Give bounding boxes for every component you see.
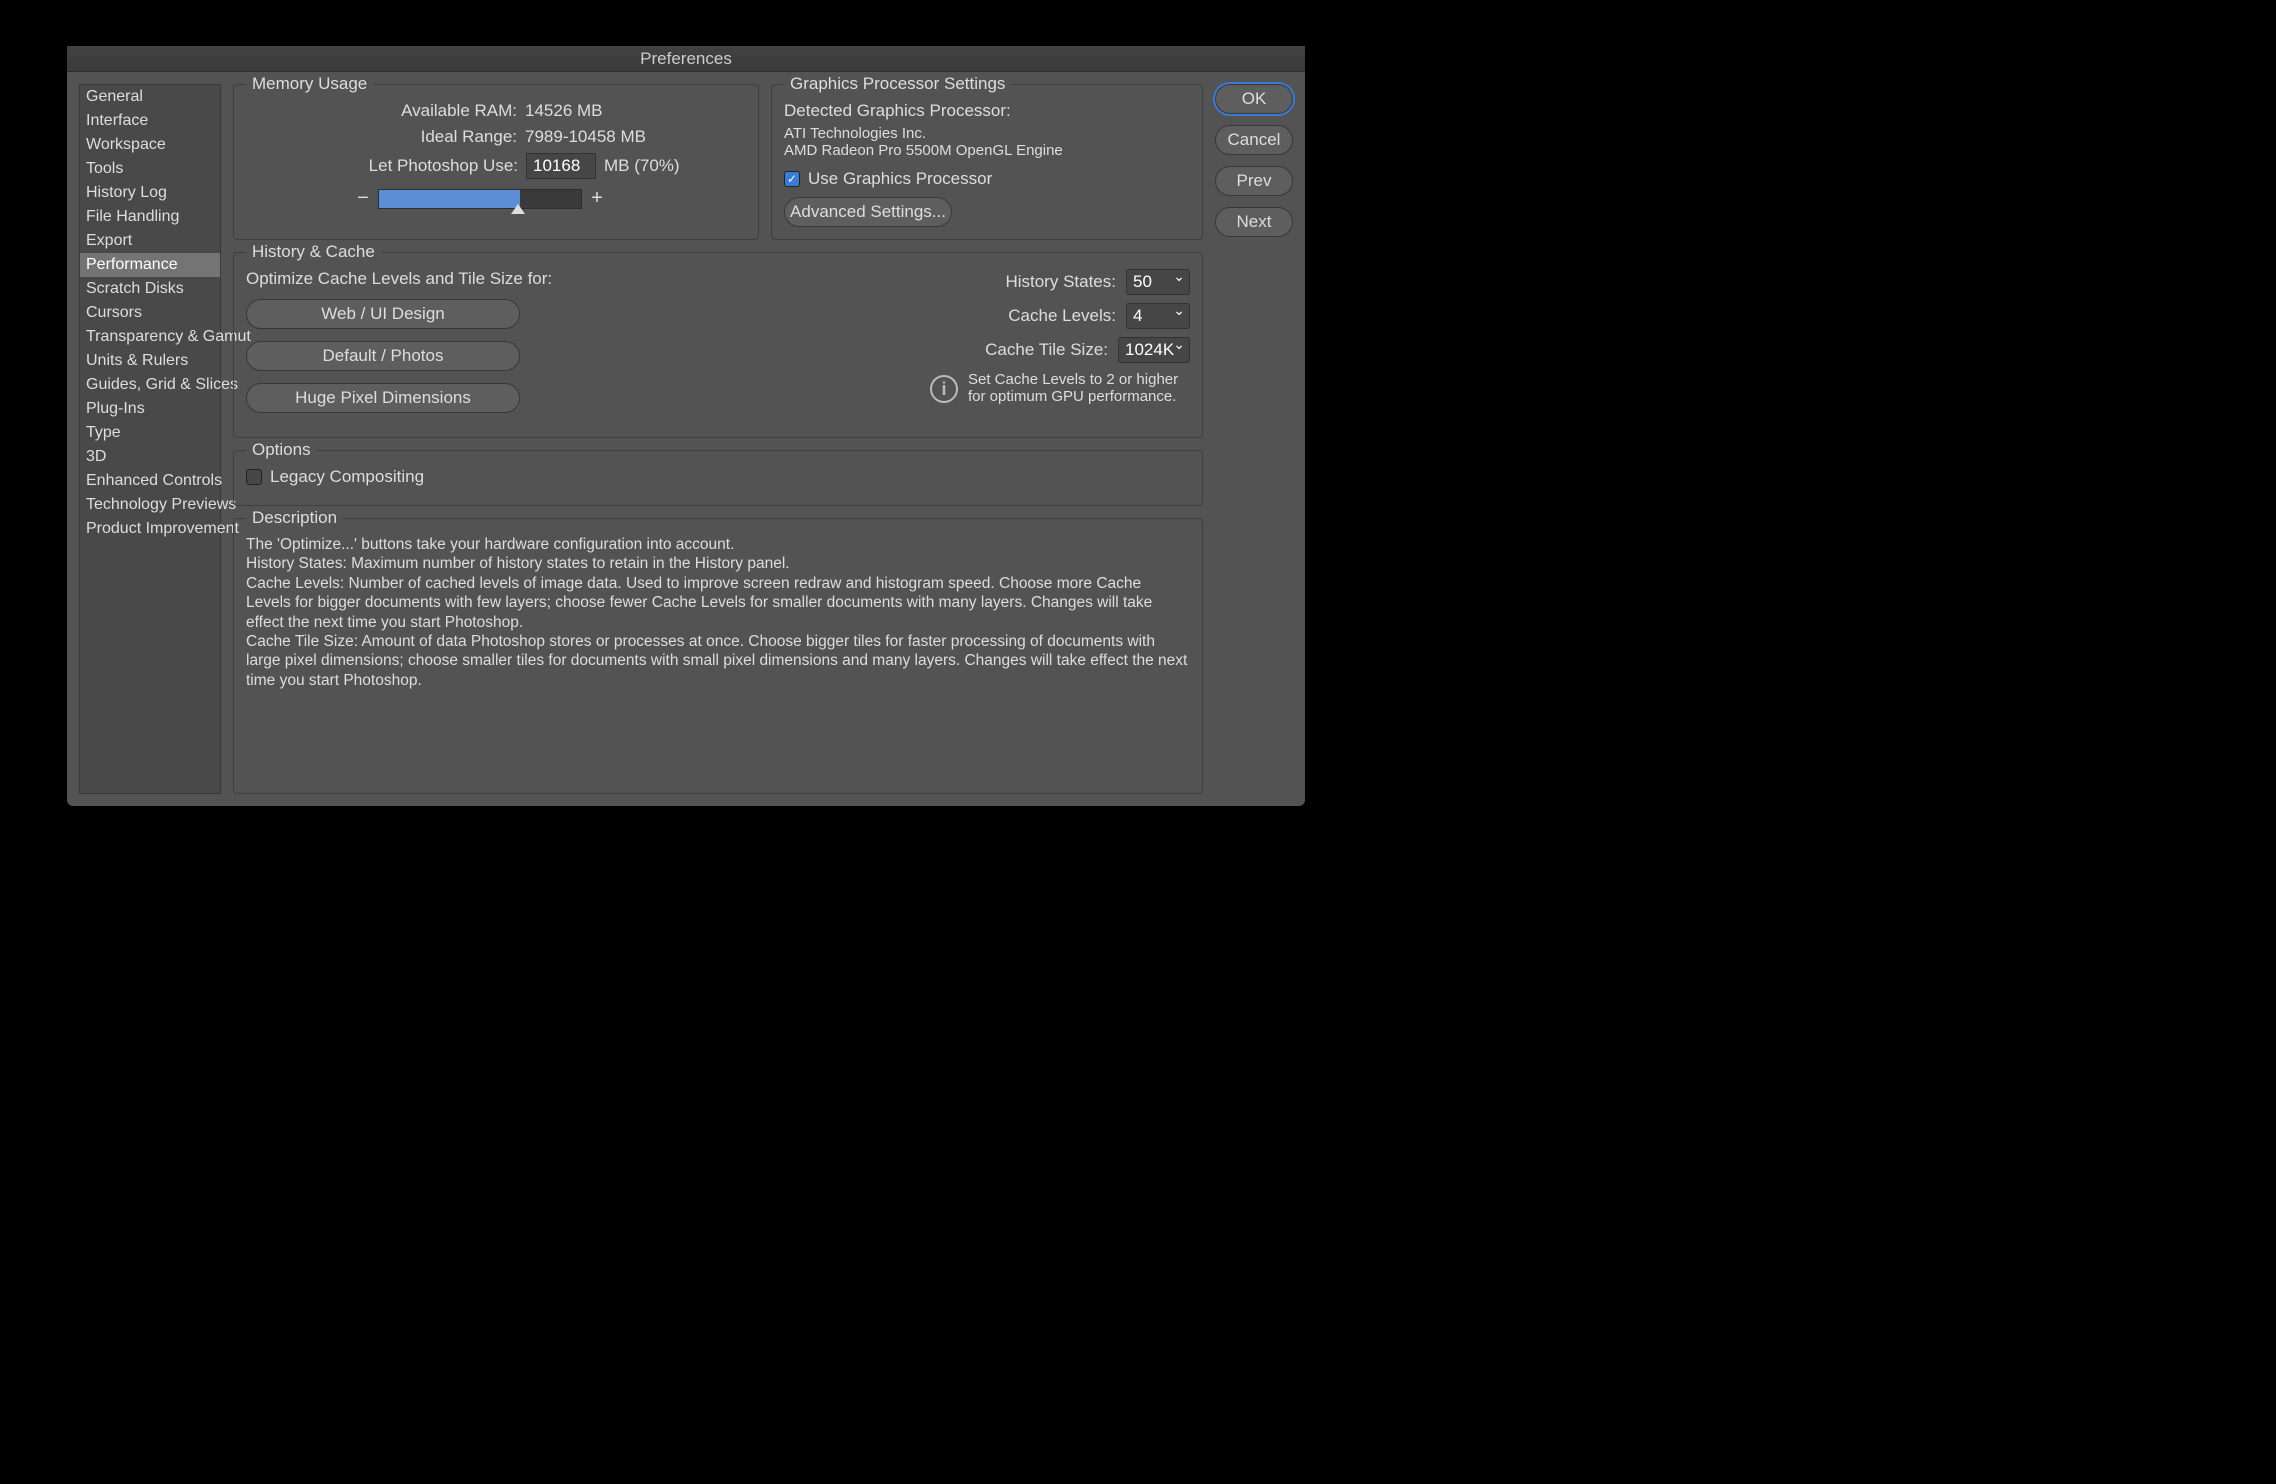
history-cache-group: History & Cache Optimize Cache Levels an…	[233, 252, 1203, 438]
cache-levels-label: Cache Levels:	[1008, 306, 1116, 326]
use-gpu-label: Use Graphics Processor	[808, 169, 992, 189]
preset-web-ui-button[interactable]: Web / UI Design	[246, 299, 520, 329]
memory-plus-icon[interactable]: +	[590, 187, 604, 210]
sidebar-item-file-handling[interactable]: File Handling	[80, 205, 220, 229]
sidebar-item-enhanced-controls[interactable]: Enhanced Controls	[80, 469, 220, 493]
sidebar-item-plug-ins[interactable]: Plug-Ins	[80, 397, 220, 421]
legacy-compositing-checkbox[interactable]	[246, 469, 262, 485]
cache-levels-select[interactable]: 4	[1126, 303, 1190, 329]
sidebar-item-export[interactable]: Export	[80, 229, 220, 253]
let-photoshop-use-input[interactable]	[526, 153, 596, 179]
sidebar-item-units-rulers[interactable]: Units & Rulers	[80, 349, 220, 373]
optimize-label: Optimize Cache Levels and Tile Size for:	[246, 269, 552, 289]
let-photoshop-use-suffix: MB (70%)	[604, 156, 704, 176]
let-photoshop-use-label: Let Photoshop Use:	[288, 156, 518, 176]
next-button[interactable]: Next	[1215, 207, 1293, 237]
memory-usage-legend: Memory Usage	[246, 74, 373, 94]
sidebar-item-cursors[interactable]: Cursors	[80, 301, 220, 325]
options-group: Options Legacy Compositing	[233, 450, 1203, 506]
ok-button[interactable]: OK	[1215, 84, 1293, 114]
sidebar-item-general[interactable]: General	[80, 85, 220, 109]
sidebar-item-history-log[interactable]: History Log	[80, 181, 220, 205]
gpu-settings-legend: Graphics Processor Settings	[784, 74, 1011, 94]
cache-tile-size-label: Cache Tile Size:	[985, 340, 1108, 360]
ideal-range-label: Ideal Range:	[287, 127, 517, 147]
available-ram-value: 14526 MB	[525, 101, 705, 121]
titlebar: Preferences	[67, 46, 1305, 72]
sidebar-item-product-improvement[interactable]: Product Improvement	[80, 517, 220, 541]
gpu-vendor: ATI Technologies Inc.	[784, 125, 1190, 142]
description-line-2: History States: Maximum number of histor…	[246, 554, 1190, 573]
detected-gpu-label: Detected Graphics Processor:	[784, 101, 1190, 121]
sidebar-item-scratch-disks[interactable]: Scratch Disks	[80, 277, 220, 301]
description-line-4: Cache Tile Size: Amount of data Photosho…	[246, 632, 1190, 690]
sidebar-item-workspace[interactable]: Workspace	[80, 133, 220, 157]
sidebar-item-performance[interactable]: Performance	[80, 253, 220, 277]
advanced-settings-button[interactable]: Advanced Settings...	[784, 197, 952, 227]
memory-slider-handle[interactable]	[511, 204, 525, 214]
gpu-model: AMD Radeon Pro 5500M OpenGL Engine	[784, 142, 1190, 159]
cache-tile-size-select[interactable]: 1024K	[1118, 337, 1190, 363]
sidebar-item-tools[interactable]: Tools	[80, 157, 220, 181]
description-group: Description The 'Optimize...' buttons ta…	[233, 518, 1203, 794]
sidebar-item-interface[interactable]: Interface	[80, 109, 220, 133]
history-cache-legend: History & Cache	[246, 242, 381, 262]
info-icon: i	[930, 375, 958, 403]
memory-slider[interactable]	[378, 189, 582, 209]
description-line-1: The 'Optimize...' buttons take your hard…	[246, 535, 1190, 554]
preferences-dialog: Preferences General Interface Workspace …	[67, 46, 1305, 806]
description-legend: Description	[246, 508, 343, 528]
memory-minus-icon[interactable]: −	[356, 187, 370, 210]
description-line-3: Cache Levels: Number of cached levels of…	[246, 574, 1190, 632]
options-legend: Options	[246, 440, 317, 460]
sidebar-item-3d[interactable]: 3D	[80, 445, 220, 469]
sidebar-item-type[interactable]: Type	[80, 421, 220, 445]
legacy-compositing-label: Legacy Compositing	[270, 467, 424, 487]
sidebar-item-guides-grid-slices[interactable]: Guides, Grid & Slices	[80, 373, 220, 397]
prev-button[interactable]: Prev	[1215, 166, 1293, 196]
preset-default-photos-button[interactable]: Default / Photos	[246, 341, 520, 371]
preset-huge-pixel-button[interactable]: Huge Pixel Dimensions	[246, 383, 520, 413]
memory-usage-group: Memory Usage Available RAM: 14526 MB Ide…	[233, 84, 759, 240]
ideal-range-value: 7989-10458 MB	[525, 127, 705, 147]
cache-hint: Set Cache Levels to 2 or higher for opti…	[968, 371, 1190, 405]
sidebar-item-technology-previews[interactable]: Technology Previews	[80, 493, 220, 517]
history-states-select[interactable]: 50	[1126, 269, 1190, 295]
history-states-label: History States:	[1005, 272, 1116, 292]
gpu-settings-group: Graphics Processor Settings Detected Gra…	[771, 84, 1203, 240]
cancel-button[interactable]: Cancel	[1215, 125, 1293, 155]
sidebar-item-transparency-gamut[interactable]: Transparency & Gamut	[80, 325, 220, 349]
available-ram-label: Available RAM:	[287, 101, 517, 121]
memory-slider-fill	[379, 190, 520, 208]
use-gpu-checkbox[interactable]: ✓	[784, 171, 800, 187]
category-sidebar: General Interface Workspace Tools Histor…	[79, 84, 221, 794]
